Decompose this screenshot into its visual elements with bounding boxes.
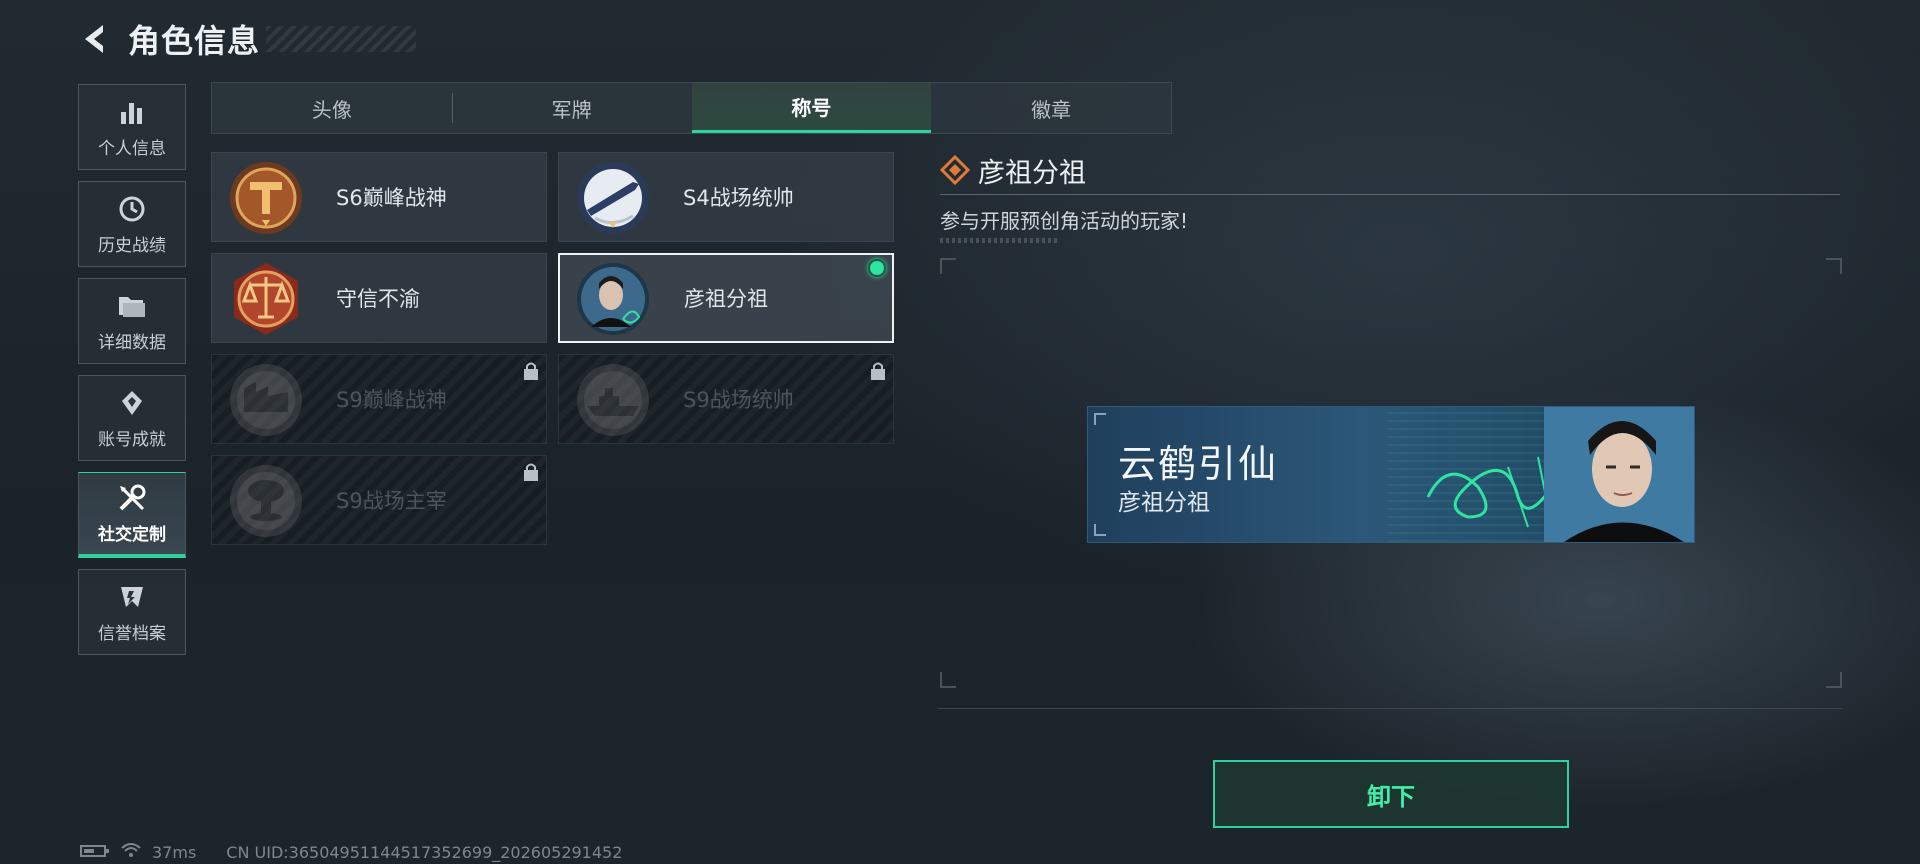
divider	[938, 708, 1842, 709]
sidebar: 个人信息 历史战绩 详细数据 账号成就 社交定制 信誉档案	[78, 84, 186, 666]
status-bar: 37ms CN UID:36504951144517352699_2026052…	[80, 842, 632, 862]
title-card-locked[interactable]: S9战场统帅	[558, 354, 894, 444]
frame-corner	[940, 672, 956, 688]
fortress-medal-icon	[228, 362, 304, 438]
title-card-label: 守信不渝	[336, 287, 420, 311]
page-title: 角色信息	[128, 22, 261, 60]
shield-badge-icon	[118, 581, 146, 613]
tab-avatar[interactable]: 头像	[212, 83, 452, 133]
tab-badge[interactable]: 徽章	[931, 83, 1171, 133]
title-card[interactable]: S4战场统帅	[558, 152, 894, 242]
title-card-locked[interactable]: S9巅峰战神	[211, 354, 547, 444]
unequip-button[interactable]: 卸下	[1213, 760, 1569, 828]
title-card-label: S6巅峰战神	[336, 186, 447, 210]
frame-corner	[940, 258, 956, 274]
battery-icon	[80, 843, 110, 862]
sidebar-item-detailed-data[interactable]: 详细数据	[78, 278, 186, 364]
nameplate-corner	[1094, 524, 1106, 536]
mushroom-cloud-medal-icon	[228, 463, 304, 539]
title-card-label: S9战场统帅	[683, 388, 794, 412]
sidebar-item-label: 信誉档案	[98, 623, 166, 644]
title-card-label: S9战场主宰	[336, 489, 447, 513]
sidebar-item-label: 详细数据	[98, 332, 166, 353]
bar-chart-icon	[119, 96, 145, 128]
sidebar-item-social-custom[interactable]: 社交定制	[78, 472, 186, 558]
tab-dogtag[interactable]: 军牌	[451, 83, 692, 133]
warship-medal-icon	[575, 362, 651, 438]
page-header: 角色信息	[78, 14, 417, 64]
folder-icon	[117, 290, 147, 322]
title-card-label: S4战场统帅	[683, 186, 794, 210]
scales-medal-icon	[228, 261, 304, 337]
sidebar-item-label: 个人信息	[98, 138, 166, 159]
title-card-label: S9巅峰战神	[336, 388, 447, 412]
nameplate-subtitle: 彦祖分祖	[1118, 490, 1210, 516]
frame-corner	[1826, 672, 1842, 688]
title-card-locked[interactable]: S9战场主宰	[211, 455, 547, 545]
title-card-selected[interactable]: 彦祖分祖	[558, 253, 894, 343]
lock-icon	[522, 361, 540, 381]
sidebar-item-label: 社交定制	[98, 525, 166, 545]
detail-description: 参与开服预创角活动的玩家!	[940, 209, 1189, 233]
title-card-label: 彦祖分祖	[684, 287, 768, 311]
frame-corner	[1826, 258, 1842, 274]
divider	[940, 194, 1840, 195]
title-card[interactable]: S6巅峰战神	[211, 152, 547, 242]
title-card[interactable]: 守信不渝	[211, 253, 547, 343]
uid-text: CN UID:36504951144517352699_202605291452	[226, 842, 623, 862]
sidebar-item-label: 账号成就	[98, 429, 166, 450]
missile-medal-icon	[575, 160, 651, 236]
sidebar-item-reputation[interactable]: 信誉档案	[78, 569, 186, 655]
back-arrow-icon[interactable]	[78, 21, 114, 57]
portrait-medal-icon	[575, 261, 651, 337]
clock-icon	[118, 193, 146, 225]
sidebar-item-history[interactable]: 历史战绩	[78, 181, 186, 267]
tab-title[interactable]: 称号	[691, 83, 932, 133]
description-decoration	[940, 238, 1060, 243]
detail-header: 彦祖分祖	[939, 150, 1842, 190]
portrait-image	[1544, 407, 1694, 542]
sidebar-item-achievements[interactable]: 账号成就	[78, 375, 186, 461]
detail-title: 彦祖分祖	[978, 157, 1086, 189]
nameplate-corner	[1094, 413, 1106, 425]
sidebar-item-personal-info[interactable]: 个人信息	[78, 84, 186, 170]
lock-icon	[869, 361, 887, 381]
equipped-indicator	[868, 259, 886, 277]
wifi-icon	[120, 842, 142, 862]
hammer-medal-icon	[228, 160, 304, 236]
diamond-icon	[939, 154, 971, 186]
category-tabs: 头像 军牌 称号 徽章	[211, 82, 1172, 134]
title-decoration	[266, 26, 417, 52]
achievement-icon	[118, 387, 146, 419]
nameplate-title: 云鹤引仙	[1118, 442, 1279, 486]
title-detail-panel: 彦祖分祖 参与开服预创角活动的玩家!	[939, 150, 1842, 243]
sidebar-item-label: 历史战绩	[98, 235, 166, 256]
title-nameplate-preview: 云鹤引仙 彦祖分祖	[1087, 406, 1695, 543]
tools-icon	[117, 482, 147, 514]
lock-icon	[522, 462, 540, 482]
ping-text: 37ms	[152, 842, 197, 862]
